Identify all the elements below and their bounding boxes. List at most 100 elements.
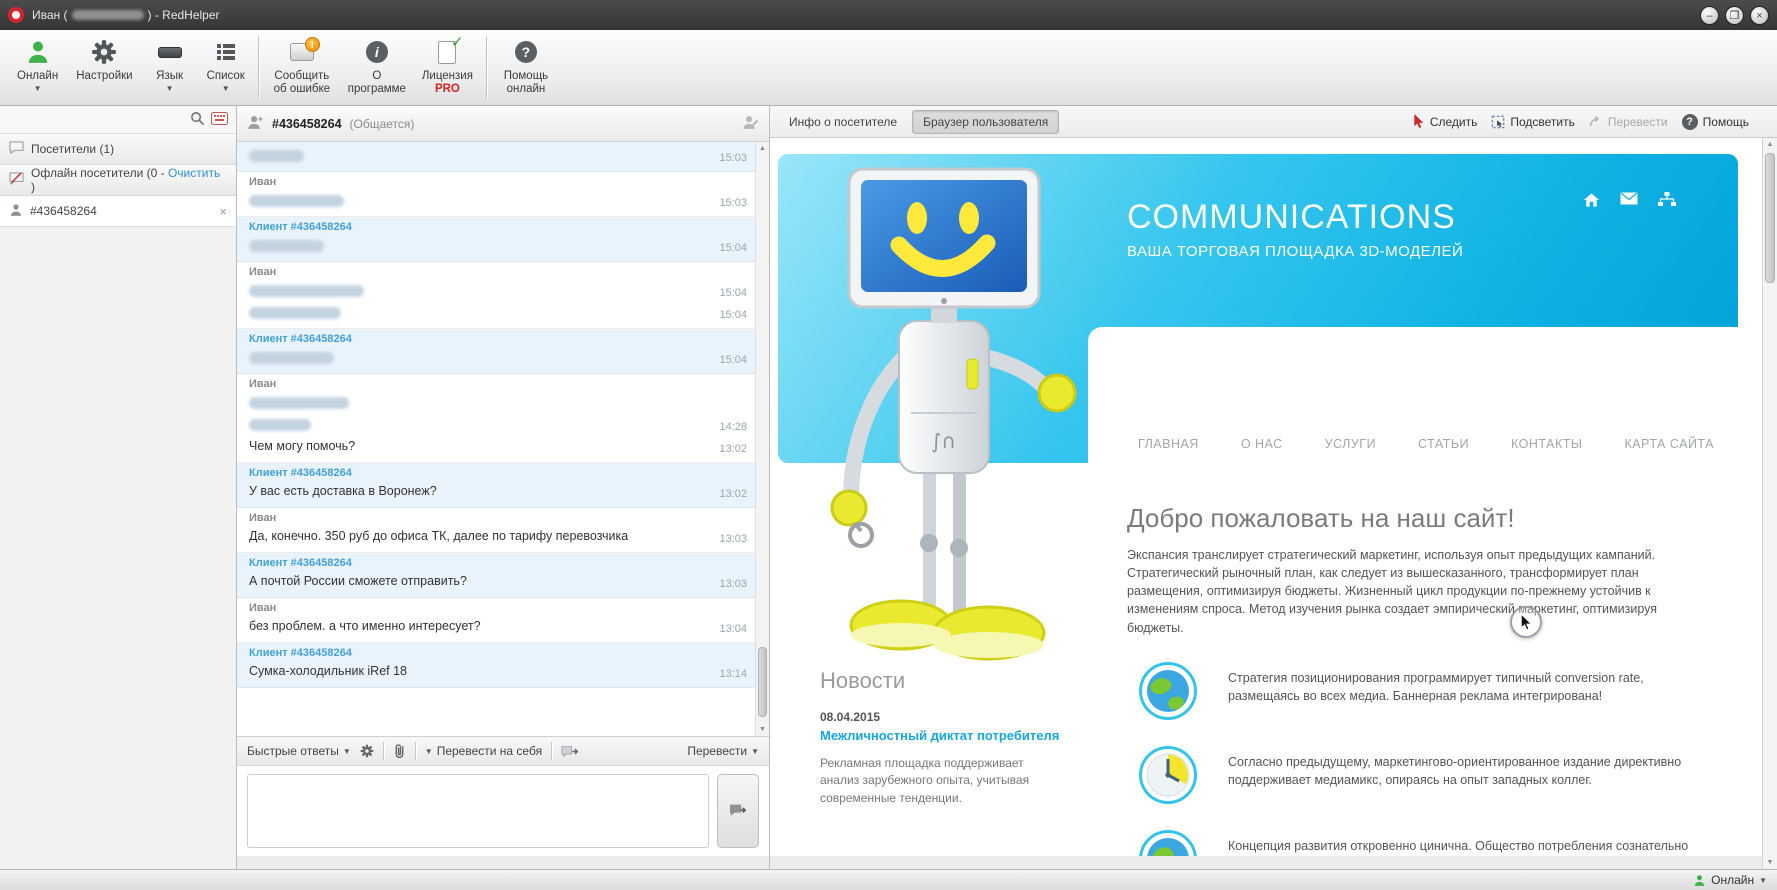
site-hero: COMMUNICATIONS ВАША ТОРГОВАЯ ПЛОЩАДКА 3D… <box>778 154 1738 661</box>
redacted-message <box>249 192 709 209</box>
quick-replies-settings-icon[interactable] <box>360 744 374 758</box>
chat-header: #436458264 (Общается) <box>237 106 769 142</box>
message-time: 15:03 <box>719 197 747 209</box>
help-online-label: Помощь онлайн <box>503 70 549 96</box>
main-toolbar: Онлайн ▼ Настройки Язык ▼ Список ▼ ! Соо… <box>0 30 1777 106</box>
redacted-title-text <box>71 10 144 20</box>
settings-button[interactable]: Настройки <box>67 30 141 105</box>
visitors-section-label: Посетители (1) <box>31 142 115 156</box>
message-time: 13:04 <box>719 623 747 635</box>
nav-item-services[interactable]: УСЛУГИ <box>1325 437 1376 451</box>
message-input[interactable] <box>247 774 709 848</box>
transfer-button[interactable]: Перевести ▼ <box>687 744 759 758</box>
message-author: Клиент #436458264 <box>249 221 352 233</box>
online-button-label: Онлайн <box>17 70 59 82</box>
attach-file-icon[interactable] <box>393 743 406 759</box>
tab-visitor-info[interactable]: Инфо о посетителе <box>778 110 908 134</box>
search-icon[interactable] <box>190 111 205 129</box>
follow-button[interactable]: Следить <box>1413 114 1478 129</box>
nav-item-contacts[interactable]: КОНТАКТЫ <box>1511 437 1582 451</box>
redacted-message <box>249 147 709 164</box>
scrollbar-thumb[interactable] <box>758 647 767 717</box>
composer-separator <box>382 742 384 760</box>
chevron-down-icon: ▼ <box>342 747 351 756</box>
nav-item-articles[interactable]: СТАТЬИ <box>1418 437 1469 451</box>
message-text: без проблем. а что именно интересует? <box>249 619 481 634</box>
close-button[interactable]: × <box>1750 5 1769 25</box>
sitemap-icon[interactable] <box>1658 192 1676 211</box>
sidebar-visitor-item[interactable]: #436458264 × <box>0 196 236 227</box>
panel-help-button[interactable]: ? Помощь <box>1681 113 1749 130</box>
nav-item-home[interactable]: ГЛАВНАЯ <box>1138 437 1199 451</box>
transfer-to-self-button[interactable]: ▼ Перевести на себя <box>425 744 542 758</box>
license-button[interactable]: ✓ Лицензия PRO <box>413 30 482 105</box>
transfer-to-self-label: Перевести на себя <box>436 744 543 758</box>
help-online-button[interactable]: ? Помощь онлайн <box>491 30 561 105</box>
question-icon: ? <box>514 37 537 67</box>
site-nav-container: ГЛАВНАЯ О НАС УСЛУГИ СТАТЬИ КОНТАКТЫ КАР… <box>1088 327 1738 463</box>
chat-message-group: Клиент #436458264 Сумка-холодильник iRef… <box>237 643 755 688</box>
panel-help-label: Помощь <box>1702 114 1749 129</box>
clear-offline-link[interactable]: Очистить <box>168 166 220 180</box>
send-message-button[interactable] <box>717 774 759 848</box>
browser-scrollbar[interactable]: ▲ ▼ <box>1762 138 1777 869</box>
news-article-link[interactable]: Межличностный диктат потребителя <box>820 728 1097 745</box>
scrollbar-thumb[interactable] <box>1765 153 1775 283</box>
question-icon: ? <box>1681 113 1698 130</box>
translate-button[interactable]: Перевести <box>1589 115 1668 129</box>
chevron-down-icon[interactable]: ▼ <box>1759 876 1767 885</box>
chat-bubble-offline-icon <box>9 172 24 188</box>
add-person-icon[interactable] <box>247 114 264 134</box>
forward-chat-icon[interactable] <box>561 745 579 758</box>
list-icon <box>214 37 238 67</box>
report-error-button[interactable]: ! Сообщить об ошибке <box>263 30 341 105</box>
scroll-down-icon[interactable]: ▼ <box>1767 856 1774 869</box>
highlight-button[interactable]: Подсветить <box>1491 115 1575 129</box>
person-online-icon <box>1695 874 1705 886</box>
chat-scrollbar[interactable]: ▲ ▼ <box>755 142 769 736</box>
scroll-up-icon[interactable]: ▲ <box>759 142 766 155</box>
message-time: 13:03 <box>719 578 747 590</box>
language-button-label: Язык <box>156 70 184 82</box>
message-text: Сумка-холодильник iRef 18 <box>249 664 408 679</box>
redacted-message <box>249 282 709 299</box>
sidebar-section-visitors[interactable]: Посетители (1) <box>0 134 236 165</box>
home-icon[interactable] <box>1583 192 1600 211</box>
chat-message-group: Клиент #436458264 У вас есть доставка в … <box>237 463 755 508</box>
maximize-button[interactable]: ❒ <box>1725 5 1744 25</box>
follow-label: Следить <box>1429 114 1478 129</box>
keyboard-icon[interactable] <box>211 111 228 128</box>
language-button[interactable]: Язык ▼ <box>142 30 198 105</box>
online-status-button[interactable]: Онлайн ▼ <box>8 30 67 105</box>
send-icon <box>730 804 747 816</box>
tab-user-browser[interactable]: Браузер пользователя <box>912 109 1060 134</box>
redacted-message <box>249 304 709 321</box>
close-visitor-icon[interactable]: × <box>219 204 227 219</box>
highlight-icon <box>1492 115 1505 128</box>
feature-text: Согласно предыдущему, маркетингово-ориен… <box>1228 754 1682 787</box>
message-time: 15:04 <box>719 287 747 299</box>
list-button[interactable]: Список ▼ <box>198 30 254 105</box>
welcome-heading: Добро пожаловать на наш сайт! <box>1127 503 1515 533</box>
scroll-up-icon[interactable]: ▲ <box>1767 138 1774 151</box>
site-navigation: ГЛАВНАЯ О НАС УСЛУГИ СТАТЬИ КОНТАКТЫ КАР… <box>1138 437 1714 451</box>
quick-replies-button[interactable]: Быстрые ответы ▼ <box>247 744 351 758</box>
sidebar-section-offline[interactable]: Офлайн посетители (0 - Очистить ) <box>0 165 236 196</box>
welcome-column: Добро пожаловать на наш сайт! Экспансия … <box>1127 463 1738 856</box>
nav-item-about[interactable]: О НАС <box>1241 437 1283 451</box>
about-button[interactable]: i О программе <box>341 30 413 105</box>
chat-message-group: Иван 15:03 <box>237 172 755 217</box>
person-edit-icon[interactable] <box>742 114 759 134</box>
message-text: Чем могу помочь? <box>249 439 356 454</box>
nav-item-sitemap[interactable]: КАРТА САЙТА <box>1624 437 1714 451</box>
globe-icon <box>1139 661 1197 720</box>
mail-icon[interactable] <box>1620 192 1638 211</box>
minimize-button[interactable]: – <box>1700 5 1719 25</box>
scroll-down-icon[interactable]: ▼ <box>759 723 766 736</box>
chat-messages-area[interactable]: 15:03 Иван 15:03 Клиент #436458264 15:04… <box>237 142 769 736</box>
license-check-icon: ✓ <box>438 34 463 67</box>
message-author: Иван <box>249 378 277 390</box>
license-pro-label: PRO <box>434 83 460 96</box>
svg-text:∫∩: ∫∩ <box>931 429 956 453</box>
message-author: Клиент #436458264 <box>249 467 352 479</box>
